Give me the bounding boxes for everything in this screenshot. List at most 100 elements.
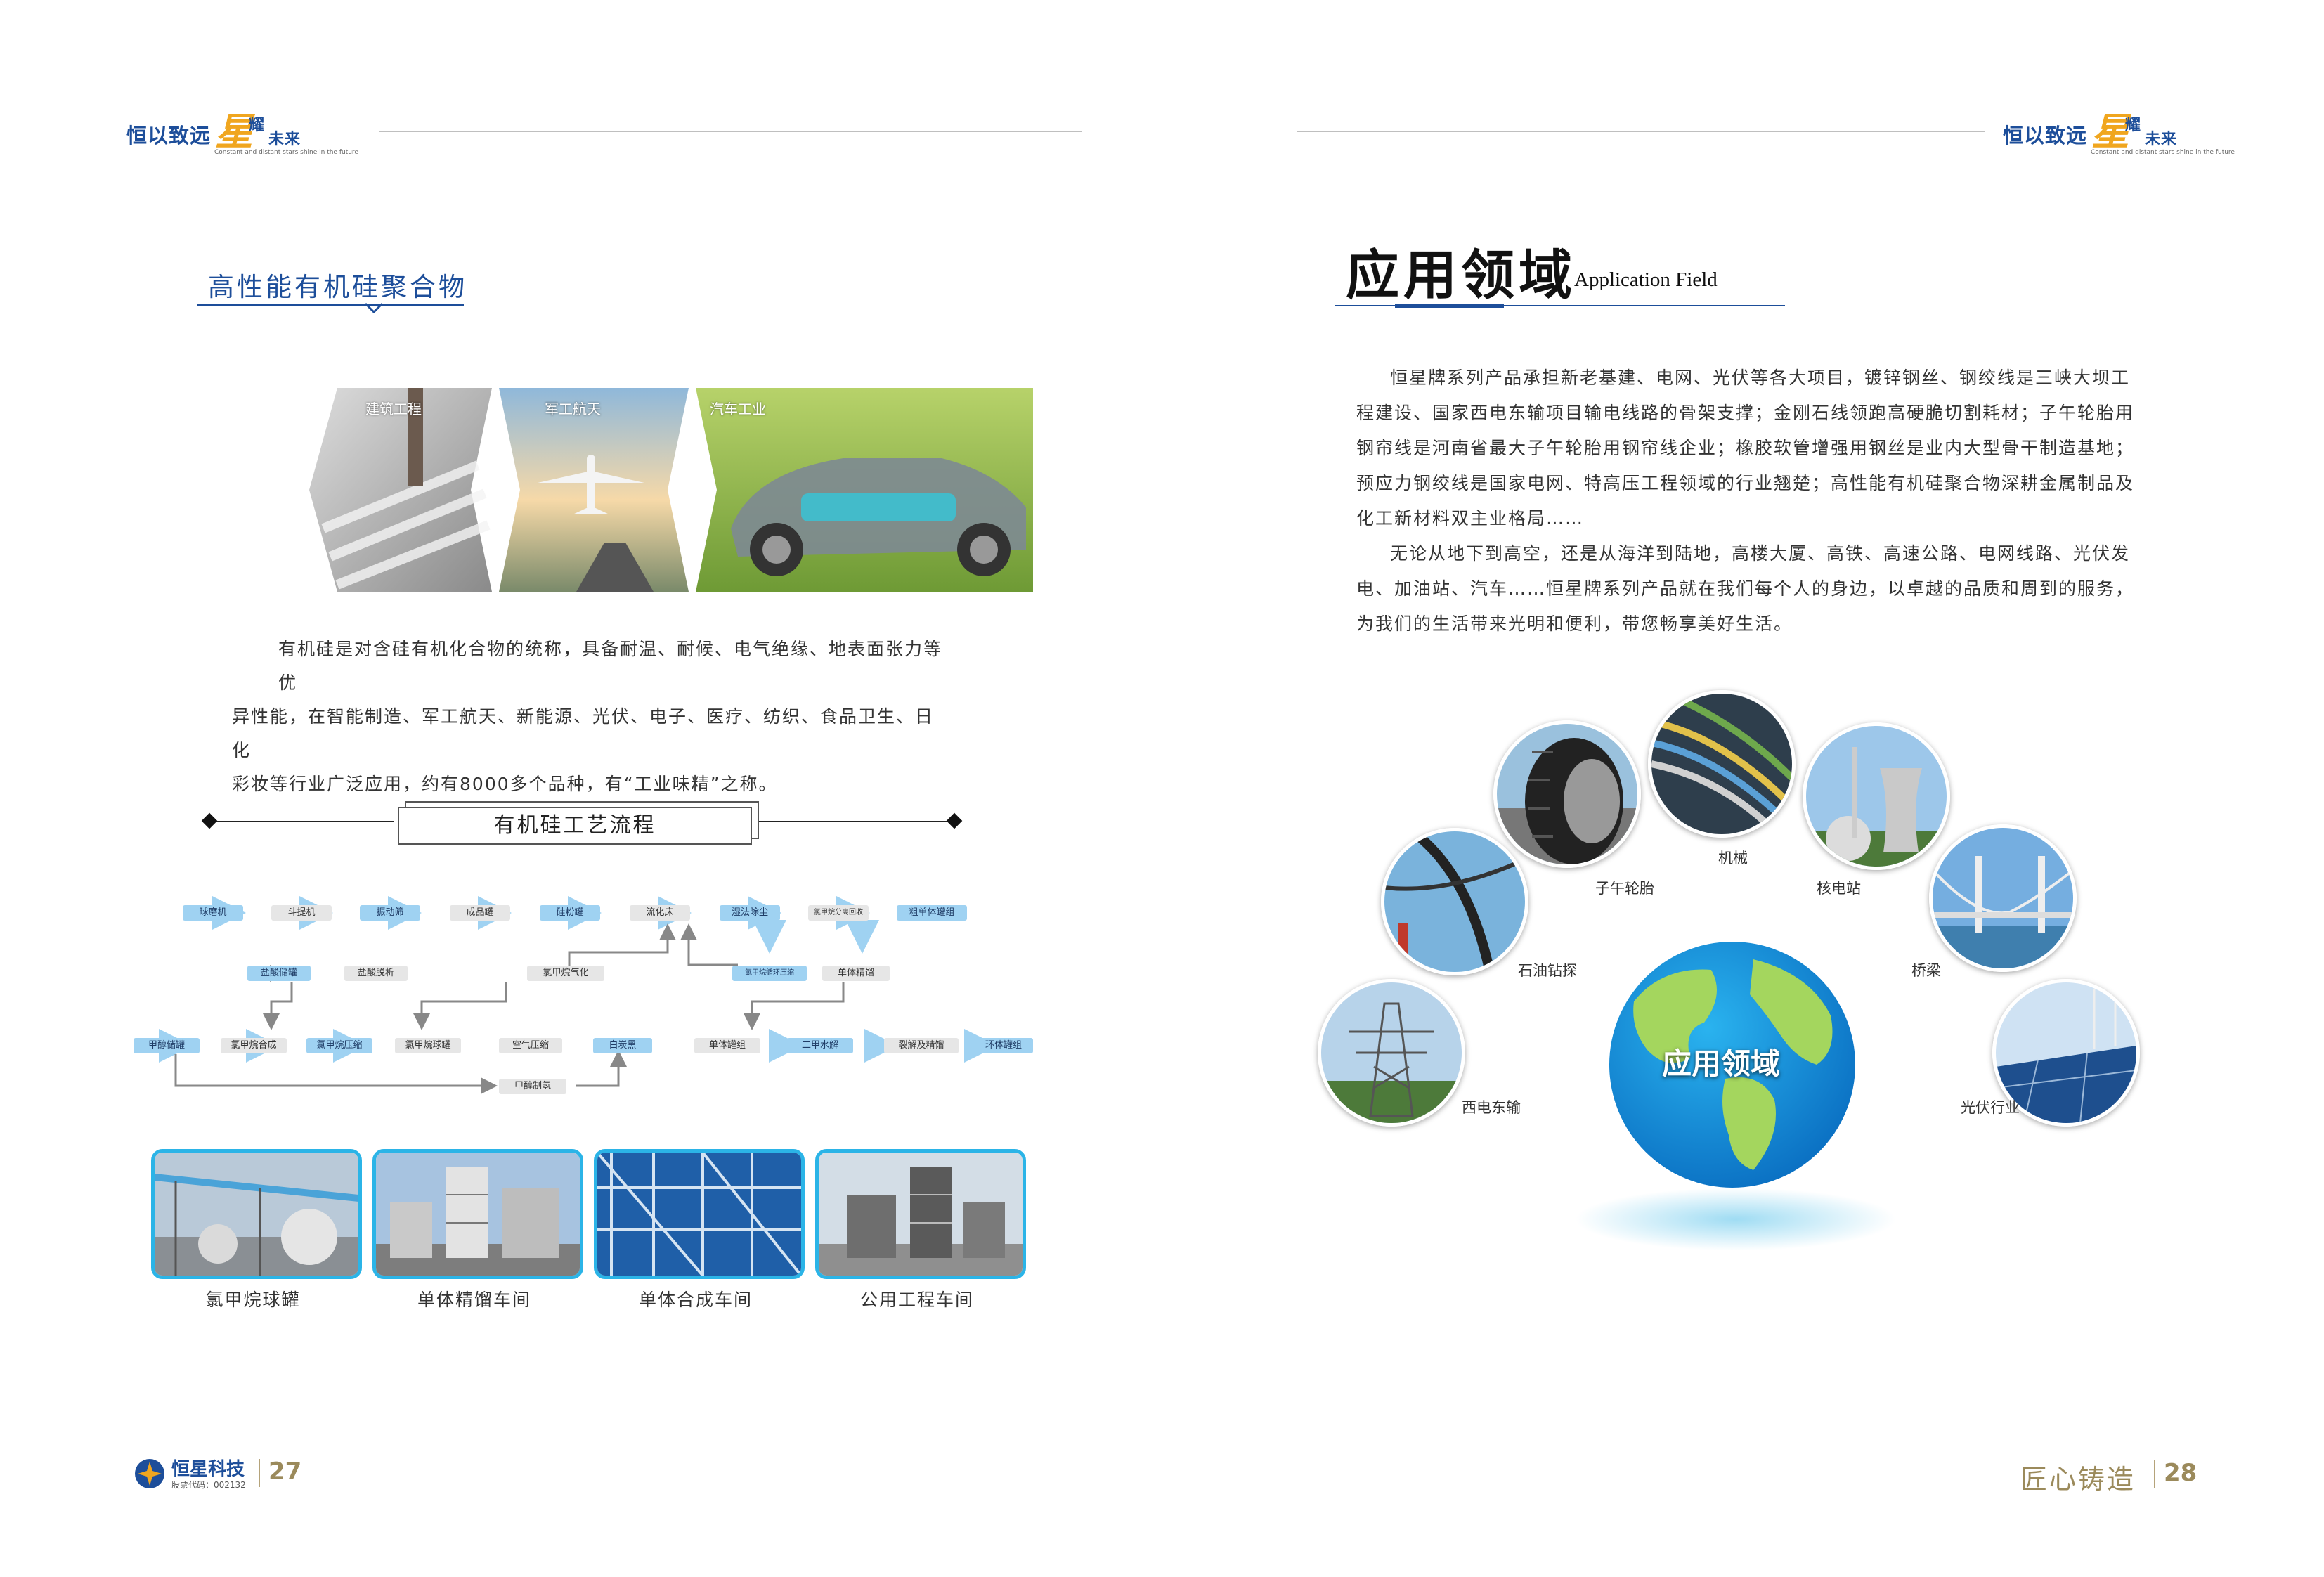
para-line: 电、加油站、汽车……恒星牌系列产品就在我们每个人的身边，以卓越的品质和周到的服务…	[1356, 578, 2135, 599]
stock-code: 股票代码：002132	[171, 1480, 246, 1490]
para-line: 恒星牌系列产品承担新老基建、电网、光伏等各大项目，镀锌钢丝、钢绞线是三峡大坝工	[1390, 368, 2131, 388]
flow-node: 球磨机	[183, 905, 243, 921]
application-title: 应用领域	[1346, 244, 1576, 306]
flow-node: 盐酸储罐	[247, 966, 311, 981]
power-tower-art	[1321, 982, 1462, 1123]
synthesis-photo-art	[597, 1153, 801, 1276]
footer-divider	[259, 1459, 260, 1487]
section-title: 高性能有机硅聚合物	[208, 272, 467, 302]
slogan-star: 星	[215, 109, 254, 154]
flow-node: 环体罐组	[974, 1038, 1033, 1053]
slogan-wei: 耀	[2125, 117, 2141, 134]
para-line: 程建设、国家西电东输项目输电线路的骨架支撑；金刚石线领跑高硬脆切割耗材；子午轮胎…	[1356, 403, 2135, 423]
collage-label-auto: 汽车工业	[710, 401, 766, 417]
flow-title-bar: 有机硅工艺流程	[201, 801, 970, 845]
company-logo-icon	[135, 1459, 164, 1488]
application-collage: 建筑工程 军工航天 汽车工业	[309, 388, 1033, 592]
flow-title: 有机硅工艺流程	[398, 807, 752, 845]
field-photo-nuclear-plant	[1803, 722, 1950, 870]
footer-motto: 匠心铸造	[2020, 1464, 2136, 1495]
para-line: 钢帘线是河南省最大子午轮胎用钢帘线企业；橡胶软管增强用钢丝是业内大型骨干制造基地…	[1356, 438, 2135, 458]
field-label-nuclear: 核电站	[1817, 880, 1861, 897]
slogan-left: 恒以致远 星 耀 未来 Constant and distant stars s…	[126, 109, 358, 156]
intro-line: 彩妆等行业广泛应用，约有8000多个品种，有“工业味精”之称。	[232, 774, 778, 794]
flow-node: 成品罐	[450, 905, 510, 921]
slogan-main: 恒以致远	[2003, 124, 2088, 148]
photo-caption: 单体精馏车间	[417, 1290, 531, 1310]
flow-node: 流化床	[630, 905, 690, 921]
utility-photo-art	[819, 1153, 1023, 1276]
flow-node: 粗单体罐组	[897, 905, 967, 921]
oil-drilling-art	[1384, 831, 1525, 972]
flow-node: 硅粉罐	[540, 905, 600, 921]
intro-line: 异性能，在智能制造、军工航天、新能源、光伏、电子、医疗、纺织、食品卫生、日化	[232, 706, 935, 760]
slogan-star: 星	[2091, 109, 2130, 154]
process-flow-chart: 球磨机 斗提机 振动筛 成品罐 硅粉罐 流化床 湿法除尘 氯甲烷分离回收 粗单体…	[134, 896, 1033, 1114]
flow-node: 甲醇储罐	[134, 1038, 200, 1053]
section-title-underline	[197, 304, 464, 306]
nuclear-plant-art	[1806, 726, 1947, 867]
field-photo-west-east-power	[1318, 979, 1465, 1127]
flow-node: 氯甲烷球罐	[395, 1038, 461, 1053]
photo-caption: 公用工程车间	[859, 1290, 974, 1310]
slogan-english: Constant and distant stars shine in the …	[2091, 149, 2235, 156]
flow-node: 单体精馏	[822, 966, 890, 981]
title-underline-accent	[1395, 304, 1504, 308]
machinery-hoses-art	[1651, 694, 1792, 834]
flow-node: 二甲水解	[787, 1038, 853, 1053]
flow-node: 白炭黑	[593, 1038, 652, 1053]
flow-node: 氯甲烷循环压缩	[732, 966, 807, 981]
field-photo-oil-drilling	[1381, 828, 1528, 975]
diamond-right	[946, 812, 963, 829]
slogan-wei: 耀	[249, 117, 265, 134]
field-label-west-east: 西电东输	[1462, 1099, 1521, 1116]
flow-node: 氯甲烷分离回收	[808, 905, 869, 921]
field-photo-bridge	[1929, 824, 2077, 972]
collage-label-building: 建筑工程	[365, 401, 422, 417]
company-name: 恒星科技	[171, 1459, 245, 1480]
slogan-future: 未来	[268, 131, 301, 148]
flow-node: 氯甲烷气化	[527, 966, 604, 981]
footer-right: 匠心铸造 28	[2020, 1455, 2224, 1497]
page-number-left: 27	[268, 1458, 302, 1486]
flow-node: 空气压缩	[499, 1038, 562, 1053]
flow-node: 斗提机	[271, 905, 332, 921]
flow-node: 甲醇制氢	[499, 1079, 566, 1094]
diamond-left	[201, 812, 218, 829]
distillation-photo-art	[376, 1153, 580, 1276]
field-label-oil: 石油钻探	[1518, 962, 1577, 979]
field-photo-radial-tire	[1493, 720, 1641, 868]
slogan-english: Constant and distant stars shine in the …	[214, 149, 358, 156]
intro-paragraph: 有机硅是对含硅有机化合物的统称，具备耐温、耐候、电气绝缘、地表面张力等优 异性能…	[232, 632, 949, 801]
para-line: 预应力钢绞线是国家电网、特高压工程领域的行业翘楚；高性能有机硅聚合物深耕金属制品…	[1356, 473, 2135, 493]
bridge-art	[1933, 828, 2073, 968]
field-label-pv: 光伏行业	[1961, 1099, 2020, 1116]
application-paragraph-1: 恒星牌系列产品承担新老基建、电网、光伏等各大项目，镀锌钢丝、钢绞线是三峡大坝工 …	[1356, 361, 2157, 536]
footer-divider	[2154, 1460, 2155, 1488]
header-rule-right	[1297, 131, 1985, 132]
flow-node: 盐酸脱析	[344, 966, 408, 981]
flow-arrows	[159, 896, 998, 1094]
collage-images	[309, 388, 1033, 592]
title-notch	[365, 302, 384, 314]
photo-utility-engineering	[815, 1149, 1026, 1279]
flow-node: 振动筛	[360, 905, 420, 921]
photo-monomer-distillation	[372, 1149, 583, 1279]
slogan-future: 未来	[2145, 131, 2178, 148]
slogan-main: 恒以致远	[126, 124, 212, 148]
flow-node: 氯甲烷压缩	[306, 1038, 372, 1053]
field-label-bridge: 桥梁	[1911, 962, 1941, 979]
application-title-en: Application Field	[1574, 268, 1718, 291]
photo-monomer-synthesis	[594, 1149, 805, 1279]
field-label-tire: 子午轮胎	[1595, 880, 1654, 897]
flow-node: 湿法除尘	[720, 905, 780, 921]
globe-label: 应用领域	[1662, 1046, 1781, 1081]
para-line: 为我们的生活带来光明和便利，带您畅享美好生活。	[1356, 614, 1793, 634]
field-label-machinery: 机械	[1718, 850, 1748, 867]
flow-node: 氯甲烷合成	[221, 1038, 287, 1053]
para-line: 化工新材料双主业格局……	[1356, 508, 1585, 528]
header-rule-left	[379, 131, 1082, 132]
page-number-right: 28	[2164, 1459, 2198, 1487]
collage-label-aviation: 军工航天	[545, 401, 601, 417]
tank-photo-art	[155, 1153, 358, 1276]
